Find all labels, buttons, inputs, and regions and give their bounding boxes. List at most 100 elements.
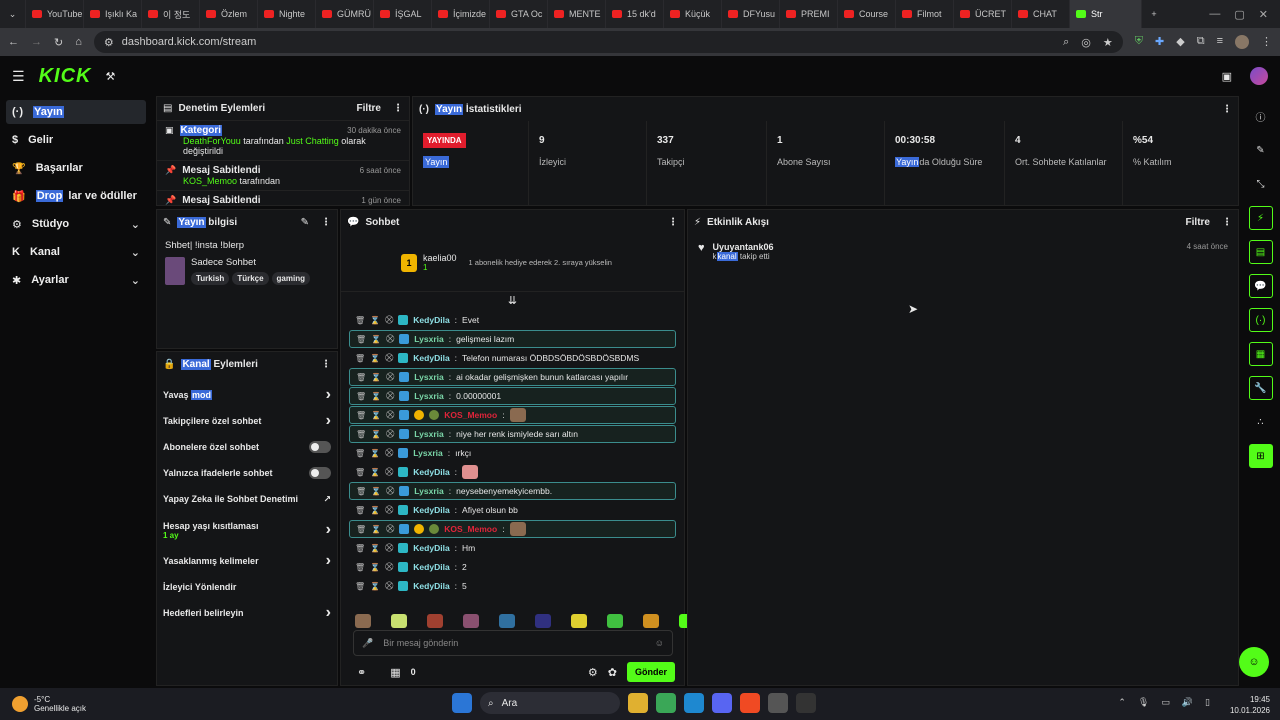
profile-avatar[interactable]: [1235, 35, 1249, 49]
chat-username[interactable]: KOS_Memoo: [444, 524, 497, 534]
timeout-icon[interactable]: ⌛: [370, 506, 380, 515]
timeout-icon[interactable]: ⌛: [371, 335, 381, 344]
edit-icon[interactable]: ✎: [1249, 138, 1273, 162]
ban-icon[interactable]: ⛒: [386, 410, 394, 420]
zoom-icon[interactable]: ⌕: [1063, 36, 1069, 49]
delete-icon[interactable]: 🗑: [355, 582, 365, 591]
collapse-icon[interactable]: ⤡: [1249, 172, 1273, 196]
ban-icon[interactable]: ⛒: [385, 448, 393, 458]
pinned-user[interactable]: kaelia00: [423, 253, 457, 263]
site-info-icon[interactable]: ⚙: [104, 36, 114, 49]
weather-widget[interactable]: -5°C Genellikle açık: [0, 695, 86, 713]
chat-message[interactable]: 🗑 ⌛ ⛒ KedyDila: Hm: [349, 539, 676, 557]
chat-message[interactable]: 🗑 ⌛ ⛒ Lysxria:0.00000001: [349, 387, 676, 405]
chat-message[interactable]: 🗑 ⌛ ⛒ Lysxria: neysebenyemekyicembb.: [349, 482, 676, 500]
chat-username[interactable]: KedyDila: [413, 353, 449, 363]
browser-tab[interactable]: Nighte: [258, 0, 316, 28]
hammer-icon[interactable]: ⚒: [105, 70, 115, 83]
minimize-icon[interactable]: —: [1209, 8, 1220, 21]
bookmark-star-icon[interactable]: ★: [1103, 36, 1113, 49]
ban-icon[interactable]: ⛒: [385, 505, 393, 515]
ban-icon[interactable]: ⛒: [385, 315, 393, 325]
browser-tab[interactable]: 이 정도: [142, 0, 200, 28]
scroll-down-icon[interactable]: ⇊: [341, 292, 684, 310]
sidebar-item-drops[interactable]: 🎁 Drop lar ve ödüller: [6, 184, 146, 208]
emote[interactable]: [355, 614, 371, 628]
chat-username[interactable]: Lysxria: [413, 448, 442, 458]
network-icon[interactable]: ▭: [1161, 697, 1170, 708]
add-widget-icon[interactable]: ⊞: [1248, 444, 1273, 468]
chat-message[interactable]: 🗑 ⌛ ⛒ Lysxria: niye her renk ismiylede sarı …: [349, 425, 676, 443]
extensions-puzzle-icon[interactable]: ⧉: [1197, 35, 1205, 49]
chat-message[interactable]: 🗑 ⌛ ⛒ KedyDila: Evet: [349, 311, 676, 329]
delete-icon[interactable]: 🗑: [355, 506, 365, 515]
sidebar-item-yayin[interactable]: (·) Yayın: [6, 100, 146, 124]
help-chat-icon[interactable]: ☺: [1239, 647, 1269, 677]
channel-action-item[interactable]: Hesap yaşı kısıtlaması 1 ay ›: [157, 512, 337, 548]
reload-icon[interactable]: ↻: [54, 36, 63, 49]
sidebar-item-studyo[interactable]: ⚙ Stüdyo ⌄: [6, 212, 146, 236]
browser-tab[interactable]: GTA Oc: [490, 0, 548, 28]
user-avatar[interactable]: [1250, 67, 1268, 85]
new-tab-button[interactable]: +: [1142, 0, 1166, 28]
chat-username[interactable]: Lysxria: [414, 486, 443, 496]
microphone-icon[interactable]: 🎤: [362, 638, 373, 649]
eye-off-icon[interactable]: ◎: [1081, 36, 1091, 49]
browser-tab[interactable]: YouTube: [26, 0, 84, 28]
edit-button-icon[interactable]: ✎: [301, 217, 309, 228]
chat-message[interactable]: 🗑 ⌛ ⛒ KedyDila: Afiyet olsun bb: [349, 501, 676, 519]
chat-message[interactable]: 🗑 ⌛ ⛒ KedyDila:2: [349, 558, 676, 576]
maximize-icon[interactable]: ▢: [1234, 8, 1244, 21]
browser-tab[interactable]: DFYusu: [722, 0, 780, 28]
timeout-icon[interactable]: ⌛: [371, 392, 381, 401]
timeout-icon[interactable]: ⌛: [371, 487, 381, 496]
ban-icon[interactable]: ⛒: [386, 486, 394, 496]
volume-icon[interactable]: 🔊: [1182, 697, 1193, 708]
browser-tab[interactable]: Küçük: [664, 0, 722, 28]
ban-icon[interactable]: ⛒: [385, 543, 393, 553]
timeout-icon[interactable]: ⌛: [371, 373, 381, 382]
channel-action-item[interactable]: Yavaş mod ›: [157, 382, 337, 408]
hamburger-menu-icon[interactable]: ☰: [12, 68, 25, 85]
kick-logo[interactable]: KICK: [39, 65, 92, 88]
channel-action-item[interactable]: Abonelere özel sohbet: [157, 434, 337, 460]
forward-icon[interactable]: →: [31, 36, 42, 48]
chat-message[interactable]: 🗑 ⌛ ⛒ KOS_Memoo:: [349, 406, 676, 424]
brave-icon[interactable]: [740, 693, 760, 713]
timeout-icon[interactable]: ⌛: [370, 582, 380, 591]
shield-extension-icon[interactable]: ⛨: [1135, 35, 1143, 49]
timeout-icon[interactable]: ⌛: [370, 316, 380, 325]
browser-tab[interactable]: Course: [838, 0, 896, 28]
delete-icon[interactable]: 🗑: [355, 316, 365, 325]
timeout-icon[interactable]: ⌛: [371, 411, 381, 420]
mic-icon[interactable]: 🎙: [1138, 697, 1149, 708]
ban-icon[interactable]: ⛒: [385, 353, 393, 363]
delete-icon[interactable]: 🗑: [356, 373, 366, 382]
chat-message[interactable]: 🗑 ⌛ ⛒ KedyDila:: [349, 463, 676, 481]
browser-tab[interactable]: GÜMRÜ: [316, 0, 374, 28]
more-options-icon[interactable]: ⋮: [321, 217, 331, 228]
chat-username[interactable]: KedyDila: [413, 505, 449, 515]
ban-icon[interactable]: ⛒: [386, 372, 394, 382]
media-control-icon[interactable]: ≡: [1217, 35, 1223, 49]
channel-action-item[interactable]: Yalnızca ifadelerle sohbet: [157, 460, 337, 486]
emote[interactable]: [571, 614, 587, 628]
ban-icon[interactable]: ⛒: [386, 391, 394, 401]
dots-icon[interactable]: ∴: [1249, 410, 1273, 434]
wrench-icon[interactable]: 🔧: [1248, 376, 1273, 400]
chat-message[interactable]: 🗑 ⌛ ⛒ Lysxria: ai okadar gelişmişken bunun k…: [349, 368, 676, 386]
more-options-icon[interactable]: ⋮: [393, 103, 403, 114]
broadcast-icon[interactable]: (·): [1248, 308, 1273, 332]
browser-tab[interactable]: 15 dk'd: [606, 0, 664, 28]
chat-username[interactable]: Lysxria: [414, 429, 443, 439]
layers-icon[interactable]: ▦: [1248, 342, 1273, 366]
info-icon[interactable]: ⓘ: [1249, 104, 1273, 128]
ban-icon[interactable]: ⛒: [385, 581, 393, 591]
mod-user[interactable]: DeathForYouu: [183, 136, 241, 146]
chat-username[interactable]: KedyDila: [413, 315, 449, 325]
chat-message[interactable]: 🗑 ⌛ ⛒ KedyDila: Telefon numarası ÖDBDSÖBDÖSB…: [349, 349, 676, 367]
browser-tab[interactable]: PREMI: [780, 0, 838, 28]
browser-tab[interactable]: Işıklı Ka: [84, 0, 142, 28]
more-options-icon[interactable]: ⋮: [1222, 104, 1232, 115]
mod-user[interactable]: KOS_Memoo: [183, 176, 237, 186]
